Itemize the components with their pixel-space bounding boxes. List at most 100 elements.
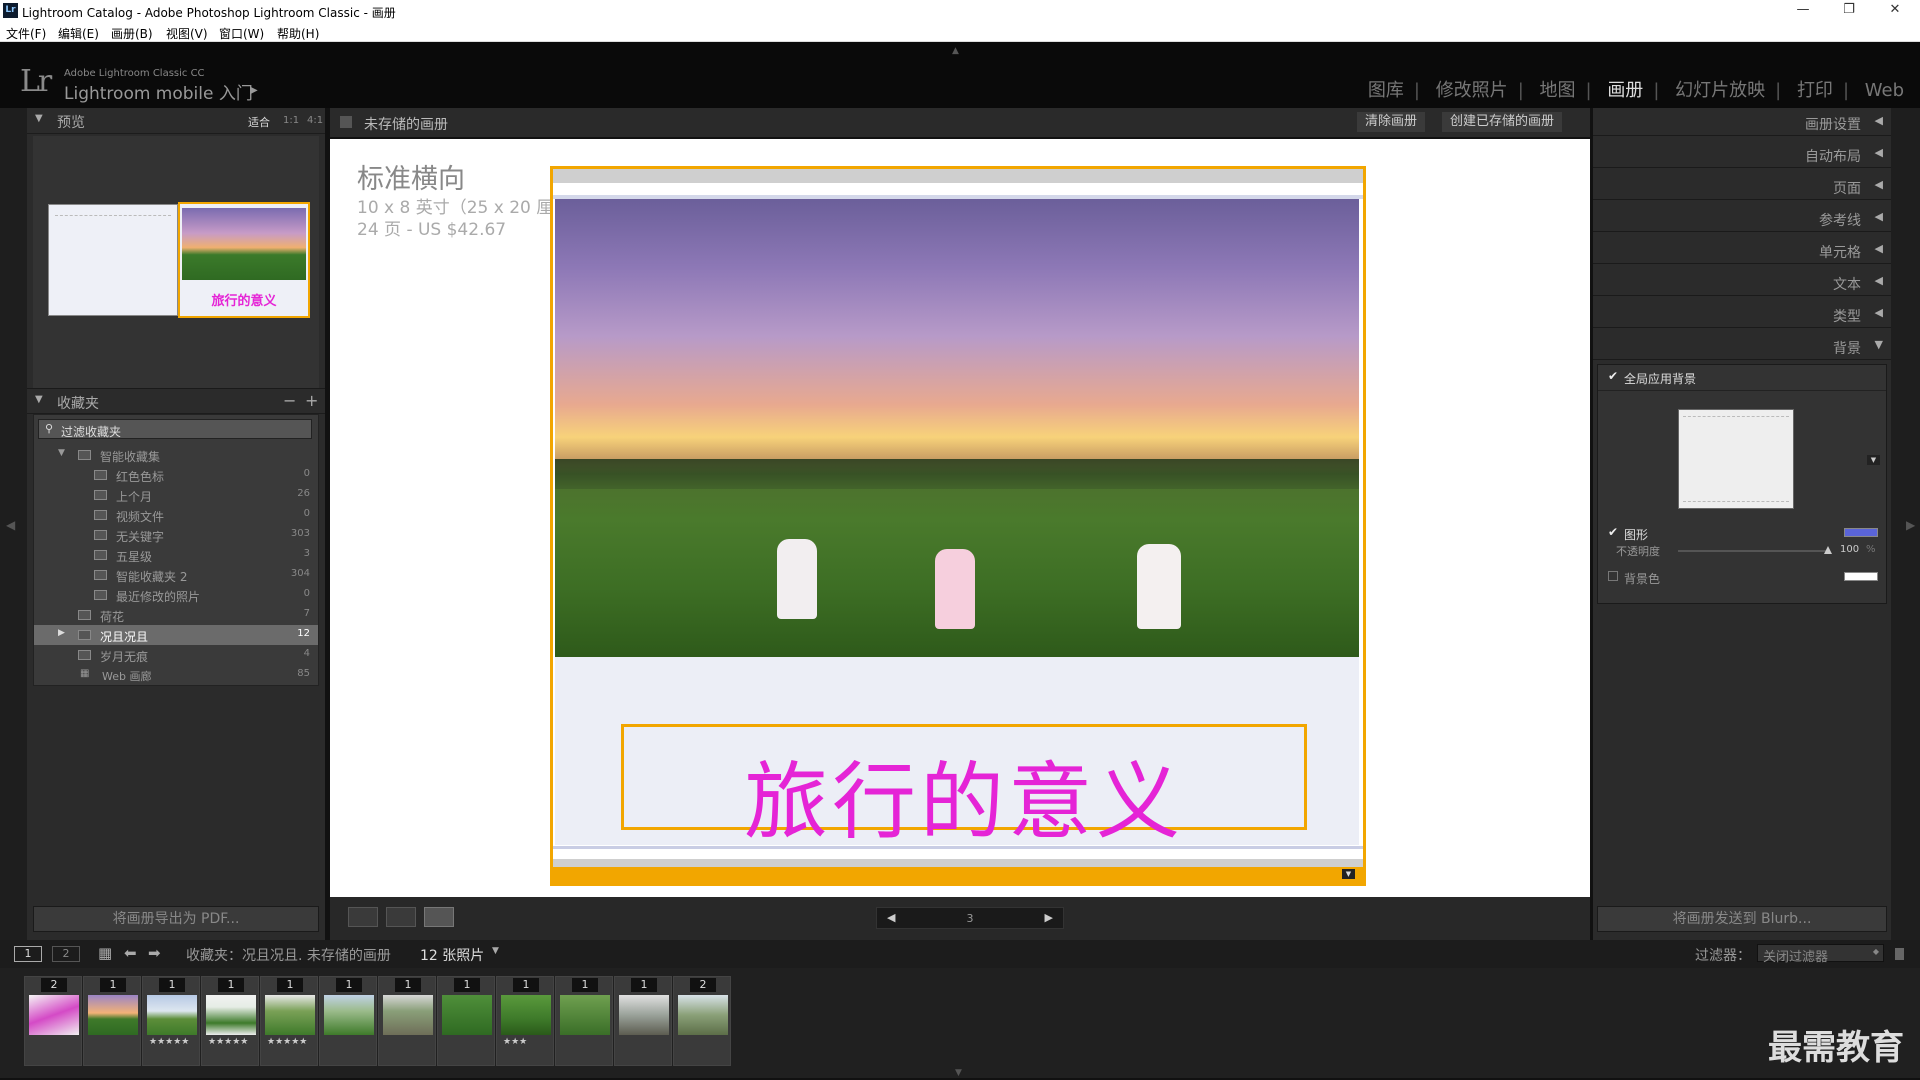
section-guides[interactable]: 参考线 ◀ <box>1593 204 1891 232</box>
play-icon[interactable]: ▶ <box>250 85 258 96</box>
menu-window[interactable]: 窗口(W) <box>219 25 264 42</box>
filmstrip-thumbnail[interactable]: 1 ★★★ <box>496 976 554 1066</box>
module-map[interactable]: 地图 <box>1536 80 1580 101</box>
single-page-view-icon[interactable] <box>424 907 454 927</box>
collapse-bottom-icon[interactable]: ▼ <box>955 1068 962 1078</box>
minimize-button[interactable]: — <box>1780 0 1826 22</box>
page-footer-bar: ▼ <box>553 867 1363 883</box>
current-page-number[interactable]: 3 <box>877 912 1063 925</box>
section-book-settings[interactable]: 画册设置 ◀ <box>1593 108 1891 136</box>
menu-edit[interactable]: 编辑(E) <box>58 25 99 42</box>
collection-item[interactable]: 五星级 3 <box>34 545 318 565</box>
left-panel-toggle-icon[interactable]: ◀ <box>6 518 15 532</box>
forward-arrow-icon[interactable]: ➡ <box>148 944 161 962</box>
collection-item[interactable]: 上个月 26 <box>34 485 318 505</box>
module-slideshow[interactable]: 幻灯片放映 <box>1671 80 1769 101</box>
collection-item[interactable]: 智能收藏夹 2 304 <box>34 565 318 585</box>
collection-smart-set[interactable]: ▼ 智能收藏集 <box>34 445 318 465</box>
filmstrip-thumbnail[interactable]: 1 <box>378 976 436 1066</box>
opacity-value[interactable]: 100 <box>1840 544 1859 555</box>
filmstrip-thumbnail[interactable]: 1 <box>319 976 377 1066</box>
zoom-4-1[interactable]: 4:1 <box>307 115 323 126</box>
navigator-preview[interactable]: 旅行的意义 <box>33 136 319 388</box>
filmstrip-thumbnail[interactable]: 1 <box>437 976 495 1066</box>
menu-file[interactable]: 文件(F) <box>6 25 46 42</box>
opacity-slider-thumb[interactable] <box>1824 546 1832 554</box>
section-page[interactable]: 页面 ◀ <box>1593 172 1891 200</box>
collections-filter[interactable]: ⚲ 过滤收藏夹 <box>38 419 312 439</box>
remove-collection-button[interactable]: − <box>283 391 296 410</box>
collection-item[interactable]: 荷花 7 <box>34 605 318 625</box>
back-arrow-icon[interactable]: ⬅ <box>124 944 137 962</box>
bg-color-swatch[interactable] <box>1844 572 1878 581</box>
filmstrip-thumbnail[interactable]: 1 <box>83 976 141 1066</box>
section-text[interactable]: 文本 ◀ <box>1593 268 1891 296</box>
section-cell[interactable]: 单元格 ◀ <box>1593 236 1891 264</box>
collection-item[interactable]: 最近修改的照片 0 <box>34 585 318 605</box>
collection-item[interactable]: 视频文件 0 <box>34 505 318 525</box>
filmstrip-thumbnail[interactable]: 1 <box>614 976 672 1066</box>
section-type[interactable]: 类型 ◀ <box>1593 300 1891 328</box>
caption-cell[interactable]: 旅行的意义 <box>621 724 1307 851</box>
menu-help[interactable]: 帮助(H) <box>277 25 319 42</box>
background-panel: ✔ 全局应用背景 ▼ ✔ 图形 不透明度 100 % 背景色 <box>1597 364 1887 604</box>
checkbox-bg-color[interactable] <box>1608 571 1618 581</box>
menu-book[interactable]: 画册(B) <box>111 25 153 42</box>
multi-page-view-icon[interactable] <box>348 907 378 927</box>
filmstrip-thumbnail[interactable]: 1 ★★★★★ <box>201 976 259 1066</box>
zoom-1-1[interactable]: 1:1 <box>283 115 299 126</box>
collection-item[interactable]: ▦ Web 画廊 85 <box>34 665 318 685</box>
thumbnail-image <box>678 995 728 1035</box>
graphic-menu-icon[interactable]: ▼ <box>1867 455 1880 465</box>
next-page-icon[interactable]: ▶ <box>1045 911 1053 924</box>
section-auto-layout[interactable]: 自动布局 ◀ <box>1593 140 1891 168</box>
close-button[interactable]: ✕ <box>1872 0 1918 22</box>
collection-item[interactable]: 无关键字 303 <box>34 525 318 545</box>
right-panel-toggle-icon[interactable]: ▶ <box>1906 518 1915 532</box>
graphic-color-swatch[interactable] <box>1844 528 1878 537</box>
filmstrip-thumbnail[interactable]: 2 <box>673 976 731 1066</box>
section-background[interactable]: 背景 ▼ <box>1593 332 1891 360</box>
create-saved-book-button[interactable]: 创建已存储的画册 <box>1442 112 1563 132</box>
checkbox-global-bg[interactable]: ✔ <box>1608 369 1618 383</box>
collection-item[interactable]: 岁月无痕 4 <box>34 645 318 665</box>
opacity-slider-track[interactable] <box>1678 546 1832 554</box>
checkbox-graphic[interactable]: ✔ <box>1608 525 1618 539</box>
bg-graphic-well[interactable] <box>1678 409 1794 509</box>
photo-count[interactable]: 12 张照片 <box>420 945 484 965</box>
grid-view-icon[interactable]: ▦ <box>98 944 112 962</box>
page-menu-icon[interactable]: ▼ <box>1342 869 1355 879</box>
filmstrip-thumbnail[interactable]: 1 ★★★★★ <box>260 976 318 1066</box>
filmstrip-thumbnail[interactable]: 2 <box>24 976 82 1066</box>
send-to-blurb-button[interactable]: 将画册发送到 Blurb... <box>1597 906 1887 932</box>
window-1-button[interactable]: 1 <box>14 946 42 962</box>
navigator-header[interactable]: ▼ 预览 适合 1:1 4:1 <box>27 108 325 134</box>
caption-text[interactable]: 旅行的意义 <box>744 735 1184 856</box>
restore-button[interactable]: ❐ <box>1826 0 1872 22</box>
module-library[interactable]: 图库 <box>1364 80 1408 101</box>
filmstrip-thumbnail[interactable]: 1 ★★★★★ <box>142 976 200 1066</box>
module-develop[interactable]: 修改照片 <box>1432 80 1512 101</box>
collection-item[interactable]: 红色色标 0 <box>34 465 318 485</box>
window-2-button[interactable]: 2 <box>52 946 80 962</box>
collections-header[interactable]: ▼ 收藏夹 − + <box>27 388 325 414</box>
book-page[interactable]: 旅行的意义 ▼ <box>550 166 1366 886</box>
clear-book-button[interactable]: 清除画册 <box>1357 112 1426 132</box>
filter-select[interactable]: 关闭过滤器 ◆ <box>1757 944 1884 965</box>
page-spacer <box>555 657 1359 705</box>
zoom-fit[interactable]: 适合 <box>248 114 270 130</box>
export-pdf-button[interactable]: 将画册导出为 PDF... <box>33 906 319 932</box>
chevron-down-icon[interactable]: ▼ <box>492 946 499 956</box>
identity-main[interactable]: Lightroom mobile 入门 <box>64 79 253 104</box>
spread-view-icon[interactable] <box>386 907 416 927</box>
module-book[interactable]: 画册 <box>1603 80 1647 101</box>
filmstrip-thumbnail[interactable]: 1 <box>555 976 613 1066</box>
add-collection-button[interactable]: + <box>305 391 318 410</box>
collapse-top-icon[interactable]: ▲ <box>952 46 959 56</box>
module-print[interactable]: 打印 <box>1793 80 1837 101</box>
book-photo[interactable] <box>555 199 1359 657</box>
menu-view[interactable]: 视图(V) <box>166 25 208 42</box>
module-web[interactable]: Web <box>1861 80 1908 101</box>
filter-lock-icon[interactable] <box>1895 948 1904 960</box>
collection-item-selected[interactable]: ▶ 况且况且 12 <box>34 625 318 645</box>
